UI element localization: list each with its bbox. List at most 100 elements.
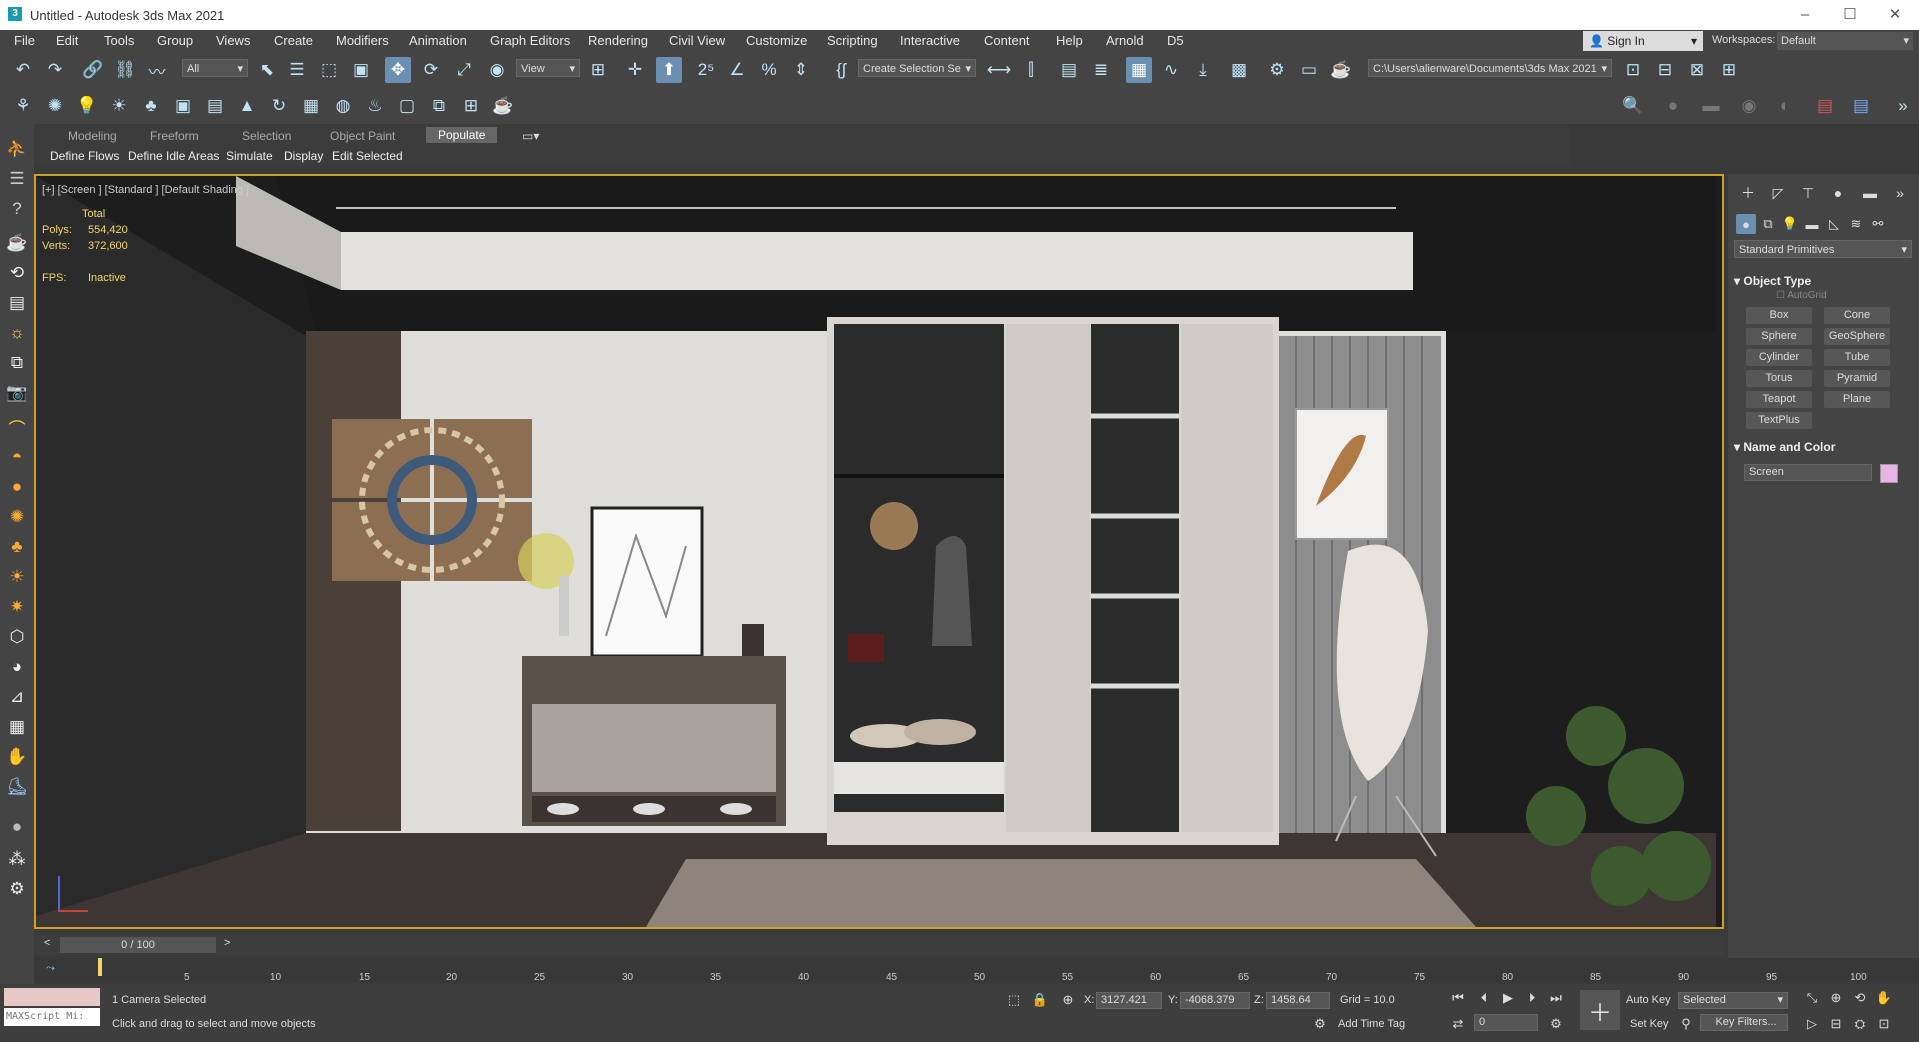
cameras-icon[interactable]: ▬ — [1802, 214, 1822, 234]
figure-icon[interactable]: ⛸ — [4, 774, 30, 800]
export-ass-icon[interactable]: ▲ — [234, 93, 260, 119]
pyramid-button[interactable]: Pyramid — [1824, 370, 1890, 387]
container-icon[interactable]: ⊡ — [1620, 57, 1646, 83]
mirror-icon[interactable]: ⟷ — [986, 57, 1012, 83]
object-type-header[interactable]: ▾ Object Type — [1734, 274, 1811, 288]
operator-graph-icon[interactable]: ▤ — [202, 93, 228, 119]
prev-key-icon[interactable]: ⏴ — [1474, 988, 1494, 1008]
utilities-tab-icon[interactable]: » — [1888, 182, 1912, 204]
tab-selection[interactable]: Selection — [242, 129, 291, 143]
mini-curve-editor-icon[interactable]: ⤳ — [46, 962, 55, 975]
layers-icon[interactable]: ⧉ — [4, 350, 30, 376]
set-key-large-icon[interactable]: ＋ — [1580, 990, 1620, 1030]
lights-icon[interactable]: 💡 — [1780, 214, 1800, 234]
menu-content[interactable]: Content — [984, 33, 1030, 48]
reload-icon[interactable]: ⟲ — [4, 260, 30, 286]
absolute-transform-icon[interactable]: ⊕ — [1058, 990, 1078, 1010]
menu-edit[interactable]: Edit — [56, 33, 78, 48]
tab-modeling[interactable]: Modeling — [68, 129, 117, 143]
tab-object-paint[interactable]: Object Paint — [330, 129, 395, 143]
field-of-view-icon[interactable]: ▷ — [1802, 1014, 1822, 1034]
close-icon[interactable]: ✕ — [1875, 4, 1915, 26]
minimize-icon[interactable]: – — [1785, 4, 1825, 26]
space-warps-icon[interactable]: ≋ — [1846, 214, 1866, 234]
viewport[interactable]: [+] [Screen ] [Standard ] [Default Shadi… — [34, 174, 1724, 929]
selection-filter-dropdown[interactable]: All ▾ — [182, 59, 248, 77]
time-slider[interactable]: < 0 / 100 > — [34, 935, 1724, 955]
material-editor-icon[interactable]: ▩ — [1226, 57, 1252, 83]
percent-snap-icon[interactable]: % — [756, 57, 782, 83]
window-crossing-icon[interactable]: ▣ — [348, 57, 374, 83]
menu-modifiers[interactable]: Modifiers — [336, 33, 389, 48]
set-key-button[interactable]: Set Key — [1630, 1018, 1669, 1030]
autogrid-checkbox[interactable]: ☐ AutoGrid — [1776, 290, 1827, 301]
box-button[interactable]: Box — [1746, 307, 1812, 324]
menu-create[interactable]: Create — [274, 33, 313, 48]
z-coordinate-field[interactable]: 1458.64 — [1266, 992, 1330, 1009]
menu-customize[interactable]: Customize — [746, 33, 807, 48]
walk-through-icon[interactable]: ⊟ — [1826, 1014, 1846, 1034]
geometry-icon[interactable]: ● — [1736, 214, 1756, 234]
tab-freeform[interactable]: Freeform — [150, 129, 199, 143]
rendered-frame-window-icon[interactable]: ▭ — [1296, 57, 1322, 83]
reference-coordinate-dropdown[interactable]: View ▾ — [516, 59, 580, 77]
globe-icon[interactable]: ● — [4, 474, 30, 500]
track-bar[interactable]: ⤳ 5 10 15 20 25 30 35 40 45 50 55 60 65 … — [34, 958, 1919, 983]
arnold-render-icon[interactable]: ⚘ — [10, 93, 36, 119]
menu-civil-view[interactable]: Civil View — [669, 33, 725, 48]
keyboard-shortcut-override-icon[interactable]: ⬆ — [656, 57, 682, 83]
ribbon-define-flows[interactable]: Define Flows — [50, 149, 119, 163]
named-selection-dropdown[interactable]: Create Selection Se ▾ — [858, 59, 976, 77]
y-coordinate-field[interactable]: -4068.379 — [1180, 992, 1250, 1009]
menu-animation[interactable]: Animation — [409, 33, 467, 48]
scene-explorer-icon[interactable]: ▤ — [1056, 57, 1082, 83]
isolate-selection-icon[interactable]: ⬚ — [1004, 990, 1024, 1010]
populate-flow-icon[interactable]: ⛹ — [4, 136, 30, 162]
name-color-header[interactable]: ▾ Name and Color — [1734, 440, 1835, 454]
cone-button[interactable]: Cone — [1824, 307, 1890, 324]
container-close-icon[interactable]: ⊠ — [1684, 57, 1710, 83]
torus-button[interactable]: Torus — [1746, 370, 1812, 387]
rotate-icon[interactable]: ⟳ — [418, 57, 444, 83]
create-tab-icon[interactable]: ＋ — [1736, 182, 1760, 204]
settings-icon[interactable]: ⚙ — [4, 876, 30, 902]
unlink-icon[interactable]: ⛓ — [112, 57, 138, 83]
motion-tab-icon[interactable]: ● — [1826, 182, 1850, 204]
menu-d5[interactable]: D5 — [1167, 33, 1184, 48]
skp-icon[interactable]: ▤ — [1848, 93, 1874, 119]
menu-group[interactable]: Group — [157, 33, 193, 48]
zoom-all-icon[interactable]: ⊕ — [1826, 988, 1846, 1008]
key-mode-icon[interactable]: ⇄ — [1448, 1014, 1468, 1034]
light-icon[interactable]: 💡 — [74, 93, 100, 119]
key-filters-button[interactable]: Key Filters... — [1700, 1014, 1788, 1031]
hierarchy-tab-icon[interactable]: ⊤ — [1796, 182, 1820, 204]
menu-scripting[interactable]: Scripting — [827, 33, 878, 48]
atom-icon[interactable]: ✺ — [4, 504, 30, 530]
menu-views[interactable]: Views — [216, 33, 250, 48]
lamp-icon[interactable]: ◓ — [4, 444, 30, 470]
workspace-dropdown[interactable]: Default ▾ — [1777, 32, 1913, 50]
d5-teapot-icon[interactable]: ☕ — [490, 93, 516, 119]
systems-icon[interactable]: ⚯ — [1868, 214, 1888, 234]
category-dropdown[interactable]: Standard Primitives ▾ — [1734, 240, 1912, 258]
tube-button[interactable]: Tube — [1824, 349, 1890, 366]
sun-light-icon[interactable]: ☀ — [4, 564, 30, 590]
x-coordinate-field[interactable]: 3127.421 — [1096, 992, 1162, 1009]
expand-toolbar-icon[interactable]: » — [1890, 93, 1916, 119]
ribbon-simulate[interactable]: Simulate — [226, 149, 273, 163]
container-update-icon[interactable]: ⊞ — [1716, 57, 1742, 83]
tab-populate[interactable]: Populate — [426, 127, 498, 143]
menu-help[interactable]: Help — [1056, 33, 1083, 48]
select-object-icon[interactable]: ⬉ — [254, 57, 280, 83]
hand-icon[interactable]: ✋ — [4, 744, 30, 770]
object-name-field[interactable]: Screen — [1744, 464, 1872, 481]
sphere-button[interactable]: Sphere — [1746, 328, 1812, 345]
auto-key-button[interactable]: Auto Key — [1626, 994, 1671, 1006]
sun-icon[interactable]: ☼ — [4, 320, 30, 346]
render-setup-icon[interactable]: ⚙ — [1264, 57, 1290, 83]
display-tab-icon[interactable]: ▬ — [1858, 182, 1882, 204]
menu-interactive[interactable]: Interactive — [900, 33, 960, 48]
particles-icon[interactable]: ⁂ — [4, 846, 30, 872]
lock-icon[interactable]: 🔒 — [1030, 990, 1050, 1010]
align-icon[interactable]: ⫿ — [1018, 57, 1044, 83]
